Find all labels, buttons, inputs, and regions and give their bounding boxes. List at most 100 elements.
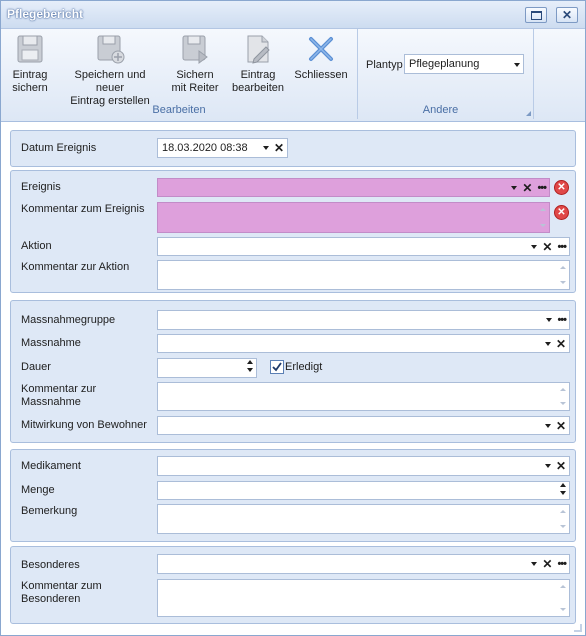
chevron-down-icon[interactable] [511, 186, 518, 190]
group-label-bearbeiten: Bearbeiten [152, 104, 206, 116]
erledigt-label: Erledigt [285, 361, 323, 373]
massnahmegruppe-select[interactable]: ••• [157, 310, 570, 330]
bemerkung-label: Bemerkung [21, 505, 78, 517]
kommentar-ereignis-label: Kommentar zum Ereignis [21, 203, 145, 215]
close-icon: ✕ [561, 8, 573, 22]
title-bar: Pflegebericht ✕ [1, 1, 585, 29]
error-icon: ✕ [554, 205, 569, 220]
clear-icon[interactable]: ✕ [556, 338, 566, 350]
chevron-down-icon[interactable] [544, 342, 551, 346]
chevron-down-icon[interactable] [546, 318, 553, 322]
schliessen-button[interactable]: Schliessen [293, 33, 349, 82]
chevron-down-icon[interactable] [544, 424, 551, 428]
sichern-mit-reiter-button[interactable]: Sichern mit Reiter [167, 33, 223, 95]
resize-grip-icon[interactable] [574, 624, 582, 632]
clear-icon[interactable]: ✕ [274, 142, 284, 154]
clear-icon[interactable]: ✕ [556, 420, 566, 432]
pflegebericht-window: Pflegebericht ✕ Eintrag sichern Speicher… [0, 0, 586, 636]
panel-datum: Datum Ereignis 18.03.2020 08:38 ✕ [10, 130, 576, 167]
close-window-button[interactable]: ✕ [556, 7, 578, 23]
more-icon[interactable]: ••• [557, 315, 567, 326]
medikament-select[interactable]: ✕ [157, 456, 570, 476]
datum-value: 18.03.2020 08:38 [162, 142, 248, 154]
kommentar-besonderen-label-2: Besonderen [21, 593, 81, 605]
aktion-label: Aktion [21, 240, 52, 252]
erledigt-checkbox[interactable] [270, 360, 284, 374]
more-icon[interactable]: ••• [557, 242, 567, 253]
eintrag-sichern-button[interactable]: Eintrag sichern [7, 33, 53, 95]
close-x-icon [309, 37, 333, 61]
ribbon-label-1b: sichern [12, 82, 48, 94]
panel-besonderes: Besonderes ✕ ••• Kommentar zum Besondere… [10, 546, 576, 624]
plantyp-label: Plantyp [366, 59, 403, 71]
mitwirkung-select[interactable]: ✕ [157, 416, 570, 435]
error-icon: ✕ [554, 180, 569, 195]
massnahmegruppe-label: Massnahmegruppe [21, 314, 116, 326]
checkmark-icon [272, 362, 282, 372]
massnahme-select[interactable]: ✕ [157, 334, 570, 353]
save-new-icon [97, 35, 125, 64]
spinner-arrows[interactable] [558, 483, 567, 495]
chevron-down-icon[interactable] [531, 245, 538, 249]
ribbon-label-3a: Sichern [176, 69, 214, 81]
ribbon: Eintrag sichern Speichern und neuer Eint… [1, 29, 585, 122]
clear-icon[interactable]: ✕ [522, 182, 532, 194]
kommentar-ereignis-textarea[interactable] [157, 202, 550, 233]
ribbon-label-1a: Eintrag [12, 69, 48, 81]
besonderes-select[interactable]: ✕ ••• [157, 554, 570, 574]
chevron-down-icon[interactable] [514, 63, 520, 67]
besonderes-label: Besonderes [21, 559, 80, 571]
kommentar-besonderen-textarea[interactable] [157, 579, 570, 617]
chevron-down-icon[interactable] [544, 464, 551, 468]
ribbon-label-4a: Eintrag [240, 69, 276, 81]
eintrag-bearbeiten-button[interactable]: Eintrag bearbeiten [229, 33, 287, 95]
save-tab-icon [182, 35, 208, 64]
ereignis-label: Ereignis [21, 181, 61, 193]
ribbon-label-5a: Schliessen [294, 69, 348, 81]
ribbon-label-3b: mit Reiter [171, 82, 219, 94]
clear-icon[interactable]: ✕ [542, 558, 552, 570]
menge-spinner[interactable] [157, 481, 570, 500]
scrollbar[interactable] [557, 384, 568, 409]
kommentar-besonderen-label-1: Kommentar zum [21, 580, 102, 592]
bemerkung-textarea[interactable] [157, 504, 570, 534]
panel-medikament: Medikament ✕ Menge Bemerkung [10, 449, 576, 542]
kommentar-aktion-textarea[interactable] [157, 260, 570, 290]
kommentar-aktion-label: Kommentar zur Aktion [21, 261, 130, 273]
kommentar-massnahme-textarea[interactable] [157, 382, 570, 411]
more-icon[interactable]: ••• [557, 559, 567, 570]
clear-icon[interactable]: ✕ [542, 241, 552, 253]
menge-label: Menge [21, 484, 55, 496]
chevron-down-icon[interactable] [262, 146, 269, 150]
dauer-spinner[interactable] [157, 358, 257, 378]
scrollbar[interactable] [537, 204, 548, 231]
speichern-und-neuer-button[interactable]: Speichern und neuer Eintrag erstellen [59, 33, 161, 108]
kommentar-massnahme-label-2: Massnahme [21, 396, 81, 408]
dauer-label: Dauer [21, 361, 51, 373]
window-title: Pflegebericht [7, 7, 84, 21]
ribbon-separator-2 [533, 29, 534, 119]
group-label-andere: Andere [422, 104, 459, 116]
plantyp-select[interactable]: Pflegeplanung [404, 54, 524, 74]
aktion-select[interactable]: ✕ ••• [157, 237, 570, 256]
spinner-arrows[interactable] [245, 360, 254, 372]
datum-label: Datum Ereignis [21, 142, 97, 154]
scrollbar[interactable] [557, 506, 568, 532]
form-area: Datum Ereignis 18.03.2020 08:38 ✕ Ereign… [1, 122, 585, 635]
maximize-button[interactable] [525, 7, 547, 23]
maximize-icon [530, 10, 542, 20]
kommentar-massnahme-label-1: Kommentar zur [21, 383, 97, 395]
scrollbar[interactable] [557, 262, 568, 288]
more-icon[interactable]: ••• [537, 183, 547, 194]
panel-massnahme: Massnahmegruppe ••• Massnahme ✕ Dauer Er… [10, 300, 576, 443]
datum-input[interactable]: 18.03.2020 08:38 ✕ [157, 138, 288, 158]
chevron-down-icon[interactable] [531, 562, 538, 566]
edit-document-icon [247, 35, 270, 64]
plantyp-value: Pflegeplanung [409, 58, 480, 70]
group-expand-icon[interactable] [526, 111, 531, 116]
clear-icon[interactable]: ✕ [556, 460, 566, 472]
ereignis-select[interactable]: ✕ ••• [157, 178, 550, 197]
massnahme-label: Massnahme [21, 337, 81, 349]
scrollbar[interactable] [557, 581, 568, 615]
panel-ereignis: Ereignis ✕ ••• ✕ Kommentar zum Ereignis … [10, 170, 576, 293]
